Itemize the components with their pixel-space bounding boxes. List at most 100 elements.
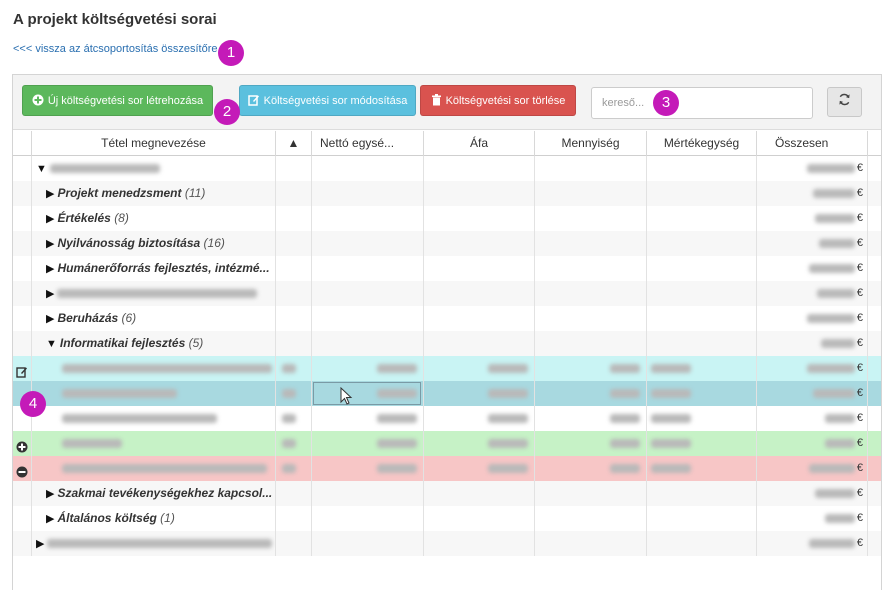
header-sort-indicator[interactable]: ▲: [275, 131, 311, 156]
row-net-price-cell[interactable]: [311, 206, 423, 231]
delete-budget-row-button[interactable]: Költségvetési sor törlése: [420, 85, 576, 116]
row-total-cell[interactable]: €: [756, 156, 867, 181]
row-unit-code-cell[interactable]: [275, 181, 311, 206]
row-net-price-cell[interactable]: [311, 231, 423, 256]
row-unit-code-cell[interactable]: [275, 356, 311, 381]
row-unit-cell[interactable]: [646, 331, 756, 356]
row-total-cell[interactable]: €: [756, 381, 867, 406]
budget-item-row[interactable]: €: [13, 406, 881, 431]
row-vat-cell[interactable]: [423, 206, 534, 231]
budget-group-row[interactable]: ▶ Projekt menedzsment (11) €: [13, 181, 881, 206]
expand-toggle-icon[interactable]: ▶: [46, 263, 54, 275]
row-unit-code-cell[interactable]: [275, 281, 311, 306]
expand-toggle-icon[interactable]: ▶: [46, 213, 54, 225]
row-name-cell[interactable]: ▶ Szakmai tevékenységekhez kapcsol...: [31, 481, 275, 506]
budget-group-row[interactable]: ▶ Általános költség (1) €: [13, 506, 881, 531]
row-quantity-cell[interactable]: [534, 381, 646, 406]
budget-group-row[interactable]: ▼ Informatikai fejlesztés (5) €: [13, 331, 881, 356]
row-unit-cell[interactable]: [646, 356, 756, 381]
row-name-cell[interactable]: ▼: [31, 156, 275, 181]
row-quantity-cell[interactable]: [534, 331, 646, 356]
row-net-price-cell[interactable]: [311, 481, 423, 506]
row-net-price-cell[interactable]: [311, 406, 423, 431]
row-name-cell[interactable]: [31, 406, 275, 431]
budget-item-row[interactable]: €: [13, 381, 881, 406]
expand-toggle-icon[interactable]: ▶: [36, 538, 44, 550]
row-vat-cell[interactable]: [423, 181, 534, 206]
expand-toggle-icon[interactable]: ▶: [46, 313, 54, 325]
row-name-cell[interactable]: ▼ Informatikai fejlesztés (5): [31, 331, 275, 356]
row-unit-code-cell[interactable]: [275, 531, 311, 556]
row-vat-cell[interactable]: [423, 156, 534, 181]
row-net-price-cell[interactable]: [311, 431, 423, 456]
row-quantity-cell[interactable]: [534, 156, 646, 181]
row-total-cell[interactable]: €: [756, 281, 867, 306]
row-total-cell[interactable]: €: [756, 256, 867, 281]
row-unit-cell[interactable]: [646, 506, 756, 531]
row-unit-code-cell[interactable]: [275, 506, 311, 531]
row-vat-cell[interactable]: [423, 406, 534, 431]
row-quantity-cell[interactable]: [534, 306, 646, 331]
row-net-price-cell[interactable]: [311, 506, 423, 531]
row-net-price-cell[interactable]: [311, 531, 423, 556]
budget-group-row[interactable]: ▶ Beruházás (6) €: [13, 306, 881, 331]
row-quantity-cell[interactable]: [534, 506, 646, 531]
row-quantity-cell[interactable]: [534, 256, 646, 281]
row-vat-cell[interactable]: [423, 481, 534, 506]
row-unit-cell[interactable]: [646, 531, 756, 556]
row-vat-cell[interactable]: [423, 256, 534, 281]
row-name-cell[interactable]: ▶ Nyilvánosság biztosítása (16): [31, 231, 275, 256]
row-vat-cell[interactable]: [423, 281, 534, 306]
row-name-cell[interactable]: ▶ Beruházás (6): [31, 306, 275, 331]
row-total-cell[interactable]: €: [756, 356, 867, 381]
row-net-price-cell[interactable]: [311, 456, 423, 481]
row-unit-code-cell[interactable]: [275, 306, 311, 331]
row-unit-code-cell[interactable]: [275, 456, 311, 481]
row-unit-code-cell[interactable]: [275, 481, 311, 506]
row-unit-cell[interactable]: [646, 481, 756, 506]
row-name-cell[interactable]: ▶ Projekt menedzsment (11): [31, 181, 275, 206]
row-vat-cell[interactable]: [423, 456, 534, 481]
row-net-price-cell[interactable]: [311, 331, 423, 356]
refresh-button[interactable]: [827, 87, 862, 117]
row-name-cell[interactable]: [31, 381, 275, 406]
row-net-price-cell[interactable]: [311, 281, 423, 306]
row-unit-code-cell[interactable]: [275, 381, 311, 406]
row-total-cell[interactable]: €: [756, 206, 867, 231]
row-quantity-cell[interactable]: [534, 206, 646, 231]
row-name-cell[interactable]: [31, 431, 275, 456]
row-unit-cell[interactable]: [646, 281, 756, 306]
row-unit-code-cell[interactable]: [275, 431, 311, 456]
row-unit-cell[interactable]: [646, 406, 756, 431]
row-unit-cell[interactable]: [646, 231, 756, 256]
row-total-cell[interactable]: €: [756, 506, 867, 531]
row-vat-cell[interactable]: [423, 531, 534, 556]
budget-group-row[interactable]: ▶ Nyilvánosság biztosítása (16) €: [13, 231, 881, 256]
row-quantity-cell[interactable]: [534, 356, 646, 381]
row-vat-cell[interactable]: [423, 306, 534, 331]
expand-toggle-icon[interactable]: ▶: [46, 238, 54, 250]
header-unit[interactable]: Mértékegység: [646, 131, 756, 156]
budget-item-row[interactable]: €: [13, 431, 881, 456]
row-unit-cell[interactable]: [646, 431, 756, 456]
row-total-cell[interactable]: €: [756, 231, 867, 256]
budget-group-row[interactable]: ▶ Szakmai tevékenységekhez kapcsol... €: [13, 481, 881, 506]
row-quantity-cell[interactable]: [534, 531, 646, 556]
row-vat-cell[interactable]: [423, 506, 534, 531]
row-unit-code-cell[interactable]: [275, 406, 311, 431]
row-unit-code-cell[interactable]: [275, 231, 311, 256]
budget-item-row[interactable]: €: [13, 456, 881, 481]
row-unit-cell[interactable]: [646, 156, 756, 181]
expand-toggle-icon[interactable]: ▶: [46, 513, 54, 525]
row-total-cell[interactable]: €: [756, 456, 867, 481]
row-name-cell[interactable]: ▶: [31, 281, 275, 306]
header-vat[interactable]: Áfa: [423, 131, 534, 156]
row-total-cell[interactable]: €: [756, 531, 867, 556]
header-net-unit-price[interactable]: Nettó egysé...: [311, 131, 423, 156]
row-quantity-cell[interactable]: [534, 456, 646, 481]
new-budget-row-button[interactable]: Új költségvetési sor létrehozása: [22, 85, 213, 116]
row-quantity-cell[interactable]: [534, 406, 646, 431]
budget-group-row[interactable]: ▶ Értékelés (8) €: [13, 206, 881, 231]
collapse-toggle-icon[interactable]: ▼: [36, 163, 47, 175]
row-unit-cell[interactable]: [646, 181, 756, 206]
